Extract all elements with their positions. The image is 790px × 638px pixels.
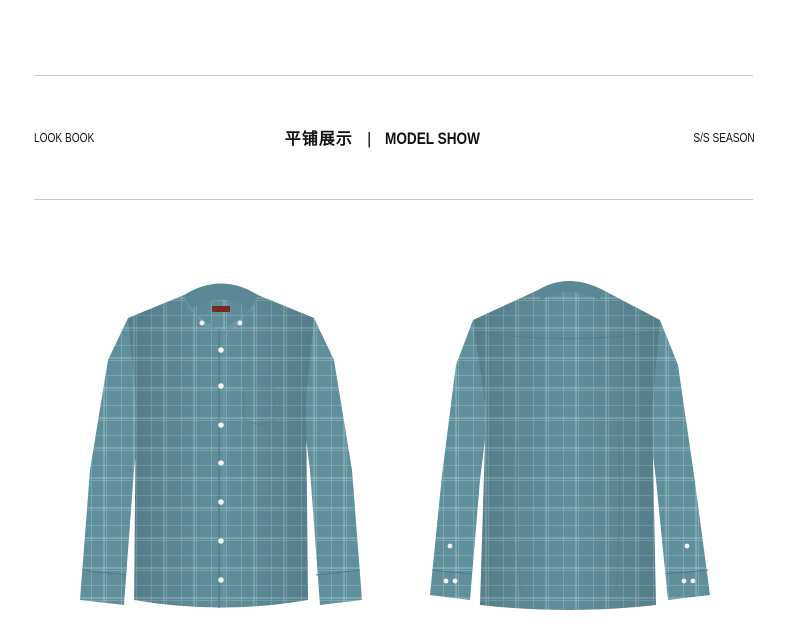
shirt-front-image: [76, 270, 366, 615]
bottom-divider: [34, 199, 753, 200]
section-header: LOOK BOOK 平铺展示 | MODEL SHOW S/S SEASON: [34, 128, 755, 150]
title-separator: |: [366, 129, 372, 148]
section-title-en: MODEL SHOW: [385, 129, 481, 148]
shirt-back-image: [428, 270, 713, 615]
top-divider: [34, 75, 753, 76]
season-label: S/S SEASON: [693, 130, 755, 145]
section-title-cn: 平铺展示: [284, 129, 353, 148]
section-title: 平铺展示 | MODEL SHOW: [34, 128, 755, 150]
